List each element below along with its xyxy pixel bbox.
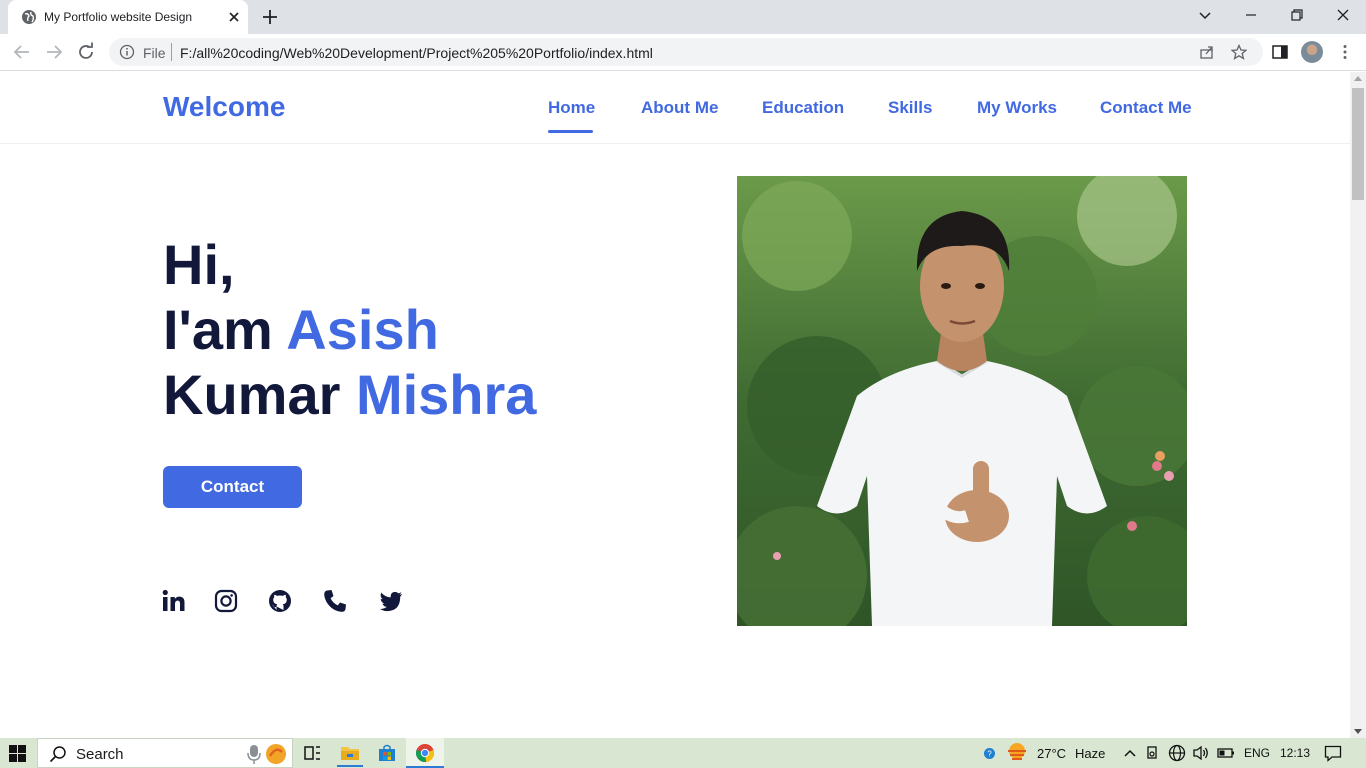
side-panel-icon[interactable]: [1271, 43, 1289, 61]
hero-text: I'am: [163, 298, 287, 361]
windows-start-icon[interactable]: [9, 745, 26, 762]
running-indicator: [337, 765, 363, 767]
nav-about-me[interactable]: About Me: [641, 98, 718, 118]
taskbar-search[interactable]: Search: [37, 738, 293, 768]
nav-education[interactable]: Education: [762, 98, 844, 118]
search-highlight-icon: [266, 744, 286, 764]
tab-strip: My Portfolio website Design: [0, 0, 1366, 34]
hero-heading: Hi, I'am Asish Kumar Mishra: [163, 232, 536, 427]
hero-middle-name: Kumar: [163, 363, 356, 426]
web-page: Welcome Home About Me Education Skills M…: [0, 72, 1350, 738]
volume-icon[interactable]: [1192, 745, 1210, 761]
scheme-label: File: [143, 45, 166, 61]
hero-last-name: Mishra: [355, 363, 537, 426]
meet-now-icon[interactable]: [1146, 745, 1160, 761]
back-arrow-icon[interactable]: [12, 42, 32, 62]
profile-photo: [737, 176, 1187, 626]
minimize-button[interactable]: [1228, 0, 1274, 30]
new-tab-icon[interactable]: [261, 8, 279, 26]
tab-title: My Portfolio website Design: [44, 10, 193, 24]
scroll-up-icon[interactable]: [1354, 76, 1362, 81]
taskbar: Search ? 27°C Haze ENG 12:13: [0, 738, 1366, 768]
minimize-icon: [1246, 14, 1256, 16]
weather-temperature[interactable]: 27°C: [1037, 746, 1066, 761]
svg-text:?: ?: [987, 750, 992, 759]
chevron-down-icon: [1199, 12, 1211, 20]
active-nav-indicator: [548, 130, 593, 133]
bookmark-star-icon[interactable]: [1231, 44, 1247, 60]
restore-button[interactable]: [1274, 0, 1320, 30]
share-icon[interactable]: [1199, 44, 1215, 60]
hero-line-2: I'am Asish: [163, 297, 536, 362]
nav-contact-me[interactable]: Contact Me: [1100, 98, 1192, 118]
battery-icon[interactable]: [1217, 747, 1235, 759]
hero-line-3: Kumar Mishra: [163, 362, 536, 427]
chrome-taskbar-button[interactable]: [406, 738, 444, 768]
search-icon: [49, 746, 66, 763]
hero-first-name: Asish: [286, 298, 439, 361]
restore-icon: [1291, 9, 1303, 21]
nav-skills[interactable]: Skills: [888, 98, 932, 118]
forward-arrow-icon[interactable]: [44, 42, 64, 62]
site-brand[interactable]: Welcome: [163, 91, 285, 123]
clock-time[interactable]: 12:13: [1280, 746, 1310, 760]
close-tab-icon[interactable]: [226, 9, 242, 25]
instagram-icon[interactable]: [213, 588, 239, 614]
nav-home[interactable]: Home: [548, 98, 595, 118]
chrome-icon: [415, 744, 435, 763]
twitter-icon[interactable]: [378, 588, 404, 614]
network-globe-icon[interactable]: [1168, 744, 1186, 762]
browser-tab[interactable]: My Portfolio website Design: [8, 0, 248, 34]
site-header: Welcome Home About Me Education Skills M…: [0, 72, 1350, 144]
linkedin-icon[interactable]: [161, 588, 187, 614]
close-icon: [1337, 9, 1349, 21]
notifications-icon[interactable]: [1324, 745, 1342, 762]
info-icon[interactable]: [119, 44, 135, 60]
contact-button[interactable]: Contact: [163, 466, 302, 508]
profile-avatar[interactable]: [1301, 41, 1323, 63]
chevron-up-icon[interactable]: [1123, 747, 1137, 759]
address-bar[interactable]: File F:/all%20coding/Web%20Development/P…: [109, 38, 1263, 66]
more-menu-icon[interactable]: [1336, 43, 1354, 61]
task-view-icon[interactable]: [301, 742, 323, 764]
scrollbar-thumb[interactable]: [1352, 88, 1364, 200]
divider: [171, 43, 172, 61]
globe-icon: [22, 10, 36, 24]
weather-haze-icon[interactable]: [1005, 741, 1029, 765]
input-language[interactable]: ENG: [1244, 746, 1270, 760]
phone-icon[interactable]: [322, 588, 348, 614]
browser-toolbar: File F:/all%20coding/Web%20Development/P…: [0, 34, 1366, 71]
help-icon[interactable]: ?: [984, 748, 995, 759]
url-text[interactable]: F:/all%20coding/Web%20Development/Projec…: [180, 45, 653, 61]
page-scrollbar[interactable]: [1350, 72, 1366, 738]
scroll-down-icon[interactable]: [1354, 729, 1362, 734]
close-window-button[interactable]: [1320, 0, 1366, 30]
github-icon[interactable]: [267, 588, 293, 614]
hero-line-1: Hi,: [163, 233, 235, 296]
search-label: Search: [76, 746, 124, 763]
microsoft-store-icon[interactable]: [376, 742, 398, 764]
weather-condition[interactable]: Haze: [1075, 746, 1105, 761]
tab-search-button[interactable]: [1182, 0, 1228, 30]
nav-my-works[interactable]: My Works: [977, 98, 1057, 118]
microphone-icon: [247, 745, 261, 764]
file-explorer-icon[interactable]: [339, 742, 361, 764]
reload-icon[interactable]: [76, 42, 96, 62]
